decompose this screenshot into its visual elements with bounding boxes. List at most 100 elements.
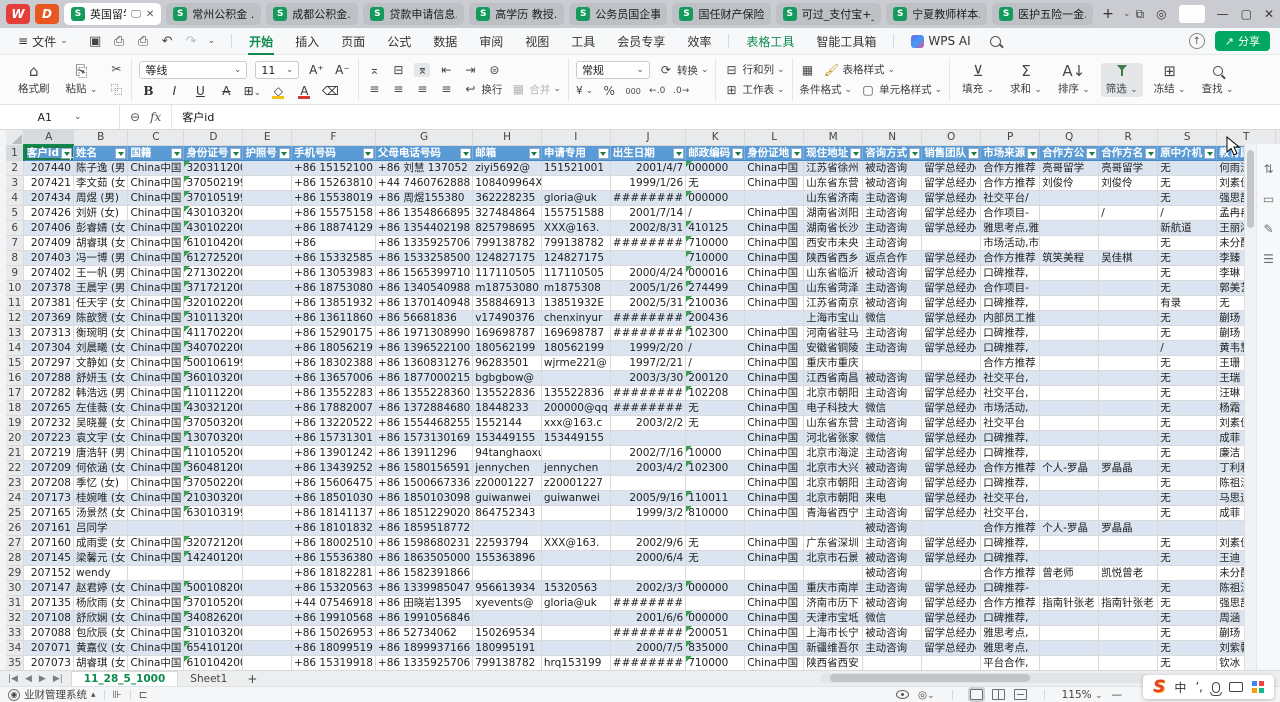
cell-A3[interactable]: 207421 (24, 176, 74, 191)
document-tab[interactable]: S可过_支付宝+_滴滴 (776, 3, 882, 25)
thousand-separator-icon[interactable]: 000 (625, 87, 641, 96)
cell-O20[interactable]: 留学总经办 (922, 431, 981, 446)
align-top-icon[interactable]: ⌅ (366, 63, 382, 77)
cell-C24[interactable]: China中国 (128, 491, 184, 506)
cell-E19[interactable] (243, 416, 292, 431)
header-cell-E1[interactable]: 护照号 (243, 145, 292, 161)
row-header-10[interactable]: 10 (6, 281, 24, 296)
cell-R26[interactable]: 罗晶晶 (1099, 521, 1158, 536)
cell-E31[interactable] (243, 596, 292, 611)
cell-S33[interactable]: 无 (1158, 626, 1217, 641)
cell-P35[interactable]: 平台合作, (981, 656, 1040, 671)
header-cell-C1[interactable]: 国籍 (128, 145, 184, 161)
cell-S9[interactable]: 无 (1158, 266, 1217, 281)
cell-J18[interactable]: ######## (610, 401, 685, 416)
print-icon[interactable]: ⎙ (136, 34, 151, 49)
cell-B18[interactable]: 左佳薇 (女 (74, 401, 128, 416)
cell-J23[interactable] (610, 476, 685, 491)
cell-S16[interactable]: 无 (1158, 371, 1217, 386)
cell-Q28[interactable] (1040, 551, 1099, 566)
cell-D27[interactable]: 320721200209060081 (184, 536, 243, 551)
cell-F21[interactable]: +86 13901242 (291, 446, 375, 461)
cell-G7[interactable]: +86 1335925706 (375, 236, 472, 251)
cell-A32[interactable]: 207108 (24, 611, 74, 626)
cell-B23[interactable]: 季忆 (女) (74, 476, 128, 491)
cell-F30[interactable]: +86 15320563 (291, 581, 375, 596)
cell-D8[interactable]: 612725200110100019 (184, 251, 243, 266)
cell-Q8[interactable]: 筑笑美程 (1040, 251, 1099, 266)
orientation-icon[interactable]: ⊜ (486, 63, 502, 77)
cell-N2[interactable]: 被动咨询 (863, 161, 922, 176)
row-header-5[interactable]: 5 (6, 206, 24, 221)
cell-N34[interactable]: 主动咨询 (863, 641, 922, 656)
conditional-format-button[interactable]: 条件格式 ⌄ (800, 82, 853, 97)
cell-A6[interactable]: 207406 (24, 221, 74, 236)
cell-K8[interactable]: 710000 (686, 251, 745, 266)
cell-I17[interactable]: 135522836 (541, 386, 610, 401)
rail-panel-icon[interactable]: ▭ (1263, 192, 1274, 206)
row-header-29[interactable]: 29 (6, 566, 24, 581)
highlight-tool-icon[interactable]: ◎⌄ (918, 689, 935, 701)
cell-I5[interactable]: 155751588 (541, 206, 610, 221)
cell-H25[interactable]: 864752343 (473, 506, 542, 521)
row-header-25[interactable]: 25 (6, 506, 24, 521)
cell-R23[interactable] (1099, 476, 1158, 491)
avatar[interactable] (1179, 5, 1205, 23)
cell-F34[interactable]: +86 18099519 (291, 641, 375, 656)
cell-M11[interactable]: 江苏省南京 (804, 296, 863, 311)
cell-C17[interactable]: China中国 (128, 386, 184, 401)
cell-J30[interactable]: 2002/3/3 (610, 581, 685, 596)
cell-I26[interactable] (541, 521, 610, 536)
cell-N6[interactable]: 主动咨询 (863, 221, 922, 236)
cell-C3[interactable]: China中国 (128, 176, 184, 191)
cell-B14[interactable]: 刘晨曦 (女 (74, 341, 128, 356)
cell-P14[interactable]: 口碑推荐, (981, 341, 1040, 356)
freeze-button[interactable]: ⊞ 冻结 ⌄ (1149, 63, 1191, 97)
cell-A26[interactable]: 207161 (24, 521, 74, 536)
cell-S11[interactable]: 有录 (1158, 296, 1217, 311)
cell-N32[interactable]: 微信 (863, 611, 922, 626)
cell-N25[interactable]: 主动咨询 (863, 506, 922, 521)
cell-Q32[interactable] (1040, 611, 1099, 626)
cell-S22[interactable]: 无 (1158, 461, 1217, 476)
cell-D15[interactable]: 500106199702210321 (184, 356, 243, 371)
cell-E11[interactable] (243, 296, 292, 311)
cell-Q35[interactable] (1040, 656, 1099, 671)
cell-O6[interactable]: 留学总经办 (922, 221, 981, 236)
cell-J27[interactable]: 2002/9/6 (610, 536, 685, 551)
cell-L10[interactable]: China中国 (745, 281, 804, 296)
cell-G31[interactable]: +86 田晓岩1395 (375, 596, 472, 611)
cell-D10[interactable]: 371721200501264452 (184, 281, 243, 296)
column-header-P[interactable]: P (981, 130, 1040, 145)
cell-O13[interactable]: 留学总经办 (922, 326, 981, 341)
row-header-3[interactable]: 3 (6, 176, 24, 191)
cell-E20[interactable] (243, 431, 292, 446)
cell-I34[interactable] (541, 641, 610, 656)
cell-H6[interactable]: 825798695 (473, 221, 542, 236)
cell-D4[interactable]: 370105199411221118 (184, 191, 243, 206)
cell-S35[interactable]: 无 (1158, 656, 1217, 671)
cell-R19[interactable] (1099, 416, 1158, 431)
cell-N13[interactable]: 主动咨询 (863, 326, 922, 341)
column-header-I[interactable]: I (541, 130, 610, 145)
cell-E12[interactable] (243, 311, 292, 326)
cell-O34[interactable]: 留学总经办 (922, 641, 981, 656)
cell-P11[interactable]: 口碑推荐, (981, 296, 1040, 311)
cell-O30[interactable]: 留学总经办 (922, 581, 981, 596)
cell-N12[interactable]: 微信 (863, 311, 922, 326)
cell-D28[interactable]: 142401200006041426 (184, 551, 243, 566)
italic-button[interactable]: I (165, 84, 183, 98)
cell-A13[interactable]: 207313 (24, 326, 74, 341)
cell-J8[interactable] (610, 251, 685, 266)
cell-J6[interactable]: 2002/8/31 (610, 221, 685, 236)
fx-icon[interactable]: fx (150, 110, 161, 124)
cell-J33[interactable]: ######## (610, 626, 685, 641)
column-header-M[interactable]: M (804, 130, 863, 145)
cell-R33[interactable] (1099, 626, 1158, 641)
cell-P12[interactable]: 内部员工推 (981, 311, 1040, 326)
cell-P16[interactable]: 社交平台, (981, 371, 1040, 386)
cell-B30[interactable]: 赵君婷 (女 (74, 581, 128, 596)
cell-O8[interactable]: 留学总经办 (922, 251, 981, 266)
cell-L35[interactable]: China中国 (745, 656, 804, 671)
cell-style-button[interactable]: ▢单元格样式 ⌄ (860, 82, 942, 97)
